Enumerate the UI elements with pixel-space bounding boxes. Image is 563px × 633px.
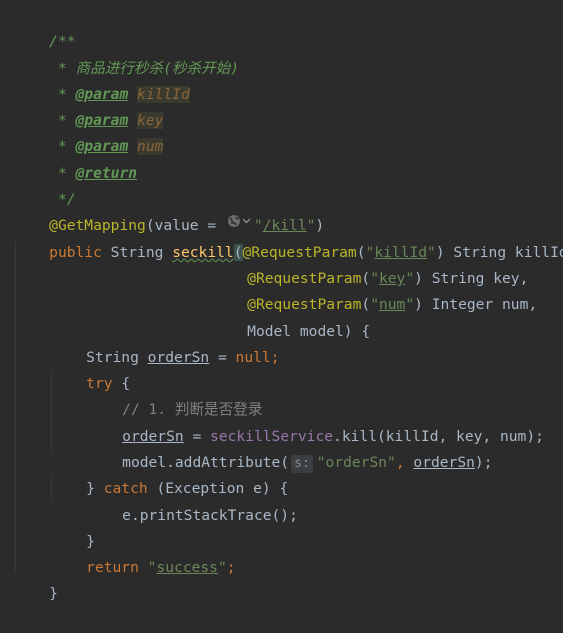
code-line[interactable]: @RequestParam("key") String key, [212, 240, 528, 287]
code-editor[interactable]: /** * 商品进行秒杀(秒杀开始) * @param killId * @pa… [0, 0, 563, 602]
code-line[interactable]: * 商品进行秒杀(秒杀开始) [14, 30, 239, 77]
code-line[interactable]: /** [14, 3, 75, 50]
keyword-public: public [49, 244, 111, 261]
code-line[interactable]: */ [14, 161, 76, 208]
code-line[interactable]: return "success"; [51, 529, 235, 576]
code-line[interactable]: * @param num [14, 108, 164, 155]
close-brace: } [49, 585, 58, 602]
code-line[interactable]: model.addAttribute(s: "orderSn", orderSn)… [87, 424, 493, 473]
doc-return-tag: @return [75, 165, 138, 182]
variable-ordersn: orderSn [147, 349, 210, 366]
string-literal: success [156, 559, 218, 576]
param-name-string: num [378, 296, 406, 313]
parameter-hint: s: [291, 455, 313, 473]
code-line[interactable]: public String seckill(@RequestParam("kil… [14, 214, 563, 261]
code-line[interactable]: * @return [14, 135, 137, 182]
code-line[interactable]: @GetMapping(value = "/kill") [14, 187, 324, 234]
string-literal: "orderSn" [316, 454, 396, 471]
code-line[interactable]: } [14, 555, 58, 602]
code-line[interactable]: } catch (Exception e) { [51, 450, 288, 497]
code-line[interactable]: @RequestParam("num") Integer num, [212, 266, 537, 313]
doc-param-name: num [137, 138, 164, 155]
keyword-null: null [235, 349, 271, 366]
code-line[interactable]: orderSn = seckillService.kill(killId, ke… [87, 398, 544, 445]
code-line[interactable]: // 1. 判断是否登录 [87, 371, 262, 418]
keyword-return: return [86, 559, 148, 576]
open-brace: { [361, 323, 371, 340]
variable-ordersn: orderSn [413, 454, 475, 471]
code-line[interactable]: * @param key [14, 82, 164, 129]
code-line[interactable]: String orderSn = null; [51, 319, 279, 366]
code-line[interactable]: try { [51, 345, 130, 392]
code-line[interactable]: e.printStackTrace(); [87, 477, 298, 524]
code-line[interactable]: Model model) { [212, 293, 370, 340]
code-line[interactable]: } [51, 503, 95, 550]
code-line[interactable]: * @param killId [14, 56, 190, 103]
